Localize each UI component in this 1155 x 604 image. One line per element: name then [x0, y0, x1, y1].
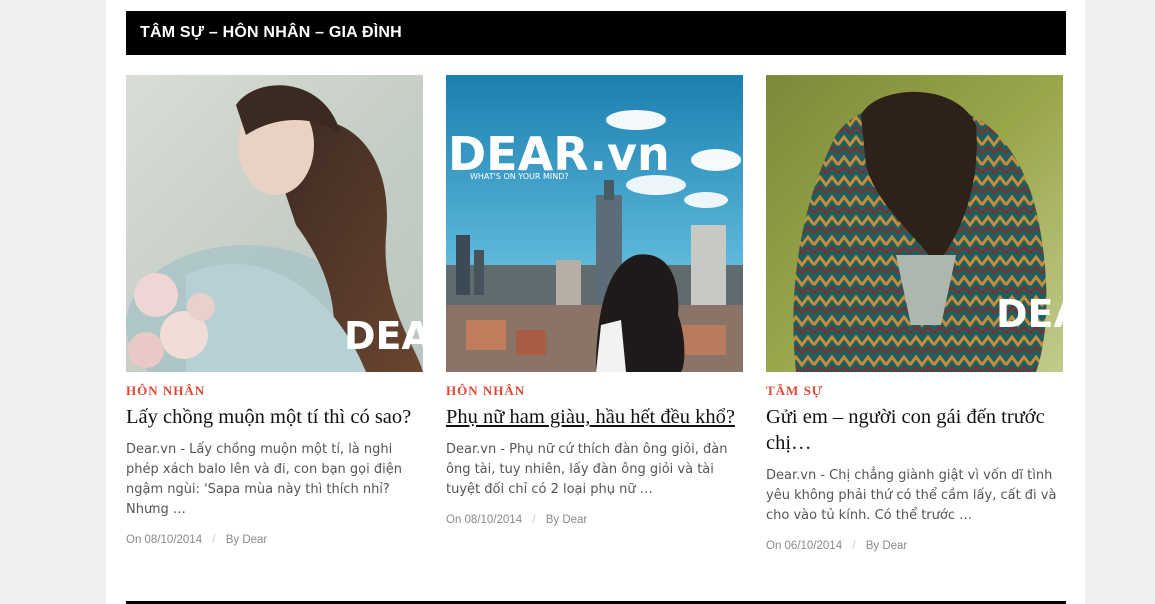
post-date: On 08/10/2014	[446, 514, 523, 526]
post-meta: On 08/10/2014 / By Dear	[446, 514, 743, 526]
post-title[interactable]: Lấy chồng muộn một tí thì có sao?	[126, 404, 423, 430]
post-author[interactable]: By Dear	[866, 540, 908, 552]
post-date: On 06/10/2014	[766, 540, 843, 552]
dear-watermark: DEAR	[344, 314, 423, 358]
post-category[interactable]: HÔN NHÂN	[126, 383, 423, 399]
post-author[interactable]: By Dear	[226, 534, 268, 546]
post-thumbnail[interactable]: DEAR	[126, 75, 423, 372]
dear-tagline: WHAT'S ON YOUR MIND?	[470, 172, 569, 181]
post-card: DEAR HÔN NHÂN Lấy chồng muộn một tí thì …	[126, 75, 423, 546]
post-author[interactable]: By Dear	[546, 514, 588, 526]
post-card: DEAR TÂM SỰ Gửi em – người con gái đến t…	[766, 75, 1063, 552]
city-skyline-photo: DEAR.vn WHAT'S ON YOUR MIND?	[446, 75, 743, 372]
post-thumbnail[interactable]: DEAR	[766, 75, 1063, 372]
post-date: On 08/10/2014	[126, 534, 203, 546]
post-title[interactable]: Phụ nữ ham giàu, hầu hết đều khổ?	[446, 404, 743, 430]
post-meta: On 06/10/2014 / By Dear	[766, 540, 1063, 552]
dear-watermark: DEAR	[996, 292, 1063, 336]
post-thumbnail[interactable]: DEAR.vn WHAT'S ON YOUR MIND?	[446, 75, 743, 372]
content-container: TÂM SỰ – HÔN NHÂN – GIA ĐÌNH DEA HÔN NHÂ…	[106, 0, 1085, 604]
post-category[interactable]: HÔN NHÂN	[446, 383, 743, 399]
post-title[interactable]: Gửi em – người con gái đến trước chị…	[766, 404, 1063, 456]
post-card: DEAR.vn WHAT'S ON YOUR MIND? HÔN NHÂN Ph…	[446, 75, 743, 526]
meta-separator: /	[532, 514, 536, 526]
section-title[interactable]: TÂM SỰ – HÔN NHÂN – GIA ĐÌNH	[140, 11, 402, 55]
meta-separator: /	[212, 534, 216, 546]
post-excerpt: Dear.vn - Phụ nữ cứ thích đàn ông giỏi, …	[446, 442, 728, 497]
post-category[interactable]: TÂM SỰ	[766, 383, 1063, 399]
post-excerpt: Dear.vn - Chị chẳng giành giật vì vốn dĩ…	[766, 468, 1057, 523]
post-excerpt: Dear.vn - Lấy chồng muộn một tí, là nghi…	[126, 442, 402, 517]
woman-back-dress-photo: DEAR	[766, 75, 1063, 372]
section-header: TÂM SỰ – HÔN NHÂN – GIA ĐÌNH	[126, 11, 1066, 55]
woman-flowers-photo: DEAR	[126, 75, 423, 372]
post-meta: On 08/10/2014 / By Dear	[126, 534, 423, 546]
meta-separator: /	[852, 540, 856, 552]
